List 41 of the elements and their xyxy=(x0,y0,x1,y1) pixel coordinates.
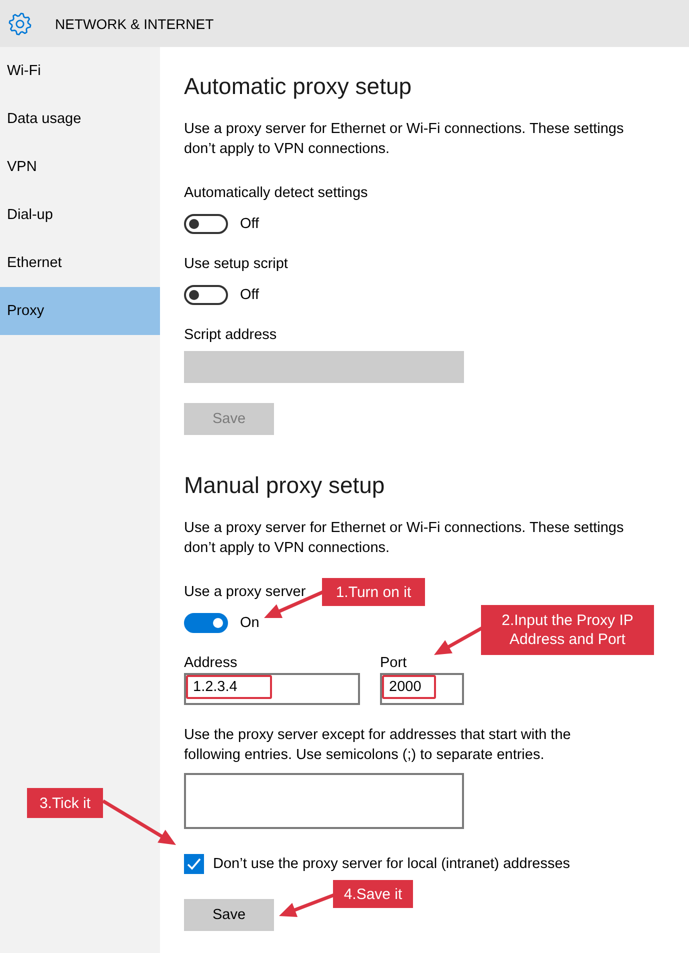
section-description: Use a proxy server for Ethernet or Wi-Fi connections. These settings don’t apply to VPN connections. xyxy=(184,120,625,159)
toggle-state-label: Off xyxy=(240,215,260,234)
section-description: Use a proxy server for Ethernet or Wi-Fi connections. These settings don’t apply to VPN connections. xyxy=(184,519,625,558)
input-field[interactable]: 1.2.3.4 xyxy=(184,673,360,705)
setting-label: Automatically detect settings xyxy=(184,184,368,203)
toggle-state-label: On xyxy=(240,614,260,633)
sidebar-item[interactable]: Dial-up xyxy=(0,191,160,239)
sidebar-item[interactable]: Ethernet xyxy=(0,239,160,287)
window-title: NETWORK & INTERNET xyxy=(55,16,214,32)
field-description: Use the proxy server except for addresses that start with the following entries. Use semicolons (;) to separate entries. xyxy=(184,726,572,765)
section-heading: Manual proxy setup xyxy=(184,471,385,499)
callout-arrow xyxy=(279,893,335,917)
input-field[interactable]: 2000 xyxy=(380,673,464,705)
field-label: Address xyxy=(184,654,238,673)
callout-label: 1.Turn on it xyxy=(322,578,425,606)
field-label: Port xyxy=(380,654,408,673)
toggle-switch[interactable] xyxy=(184,285,228,305)
toggle-switch[interactable] xyxy=(184,613,228,633)
checkbox-label: Don’t use the proxy server for local (intranet) addresses xyxy=(213,855,570,874)
sidebar-item[interactable]: Data usage xyxy=(0,95,160,143)
callout-label: 3.Tick it xyxy=(27,788,103,818)
sidebar-item[interactable]: VPN xyxy=(0,143,160,191)
checkmark-icon xyxy=(187,858,201,870)
field-value: 2000 xyxy=(382,675,436,699)
callout-arrow xyxy=(264,590,324,618)
field-value: 1.2.3.4 xyxy=(186,675,272,699)
field-label: Script address xyxy=(184,326,277,345)
callout-label: 2.Input the Proxy IP Address and Port xyxy=(481,605,654,655)
settings-icon xyxy=(8,12,32,36)
sidebar-item[interactable]: Wi-Fi xyxy=(0,47,160,95)
toggle-state-label: Off xyxy=(240,286,260,305)
setting-label: Use a proxy server xyxy=(184,583,306,602)
sidebar-item[interactable]: Proxy xyxy=(0,287,160,335)
text-area[interactable] xyxy=(184,773,464,829)
callout-arrow xyxy=(434,626,483,655)
callout-label: 4.Save it xyxy=(333,880,413,908)
toggle-switch[interactable] xyxy=(184,214,228,234)
setting-label: Use setup script xyxy=(184,255,288,274)
section-heading: Automatic proxy setup xyxy=(184,72,412,100)
save-button[interactable]: Save xyxy=(184,899,274,931)
checkbox[interactable] xyxy=(184,854,204,874)
